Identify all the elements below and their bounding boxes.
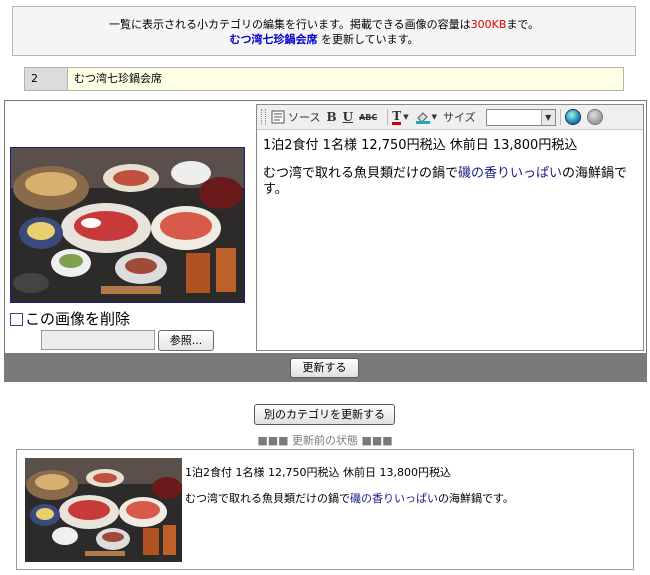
preview-text: 1泊2食付 1名様 12,750円税込 休前日 13,800円税込 むつ湾で取れ… [185,466,514,518]
text-color-button[interactable]: T ▼ [392,108,409,125]
size-label: サイズ [442,111,476,124]
capacity-value: 300KB [470,18,507,31]
food-photo [10,147,245,303]
category-name: むつ湾七珍鍋会席 [67,68,623,90]
editor-line-1: 1泊2食付 1名様 12,750円税込 休前日 13,800円税込 [263,138,578,153]
strike-button[interactable]: ABC [359,113,377,122]
file-path-input[interactable] [41,330,155,350]
preview-line-2-suffix: の海鮮鍋です。 [438,492,514,505]
notice-line-2: むつ湾七珍鍋会席 を更新しています。 [13,32,635,47]
notice-text: 一覧に表示される小カテゴリの編集を行います。掲載できる画像の容量は [108,18,471,31]
preview-line-2-prefix: むつ湾で取れる魚貝類だけの鍋で [185,492,350,505]
other-category-button[interactable]: 別のカテゴリを更新する [254,404,395,425]
editor-toolbar: ソース B U ABC T ▼ ▼ サイズ ▼ [257,105,643,130]
text-color-icon: T [392,108,402,125]
font-size-select[interactable]: ▼ [485,108,556,126]
notice-panel: 一覧に表示される小カテゴリの編集を行います。掲載できる画像の容量は300KBまで… [12,6,636,56]
food-photo-art [11,148,244,302]
delete-image-checkbox[interactable] [10,312,23,326]
preview-line-1: 1泊2食付 1名様 12,750円税込 休前日 13,800円税込 [185,466,451,479]
category-number: 2 [25,68,67,90]
toolbar-separator [387,109,389,125]
unlink-globe-icon[interactable] [586,109,603,125]
category-name-highlight: むつ湾七珍鍋会席 [229,33,318,46]
category-row: 2 むつ湾七珍鍋会席 [24,67,624,91]
preview-line-2: むつ湾で取れる魚貝類だけの鍋で磯の香りいっぱいの海鮮鍋です。 [185,492,514,506]
bg-color-button[interactable]: ▼ [415,110,437,124]
bg-color-dropdown-icon: ▼ [431,113,437,121]
rich-text-editor: ソース B U ABC T ▼ ▼ サイズ ▼ 1泊2食付 1名様 12,750… [256,104,644,351]
toolbar-grip-icon [261,109,266,125]
editor-highlight: 磯の香りいっぱい [458,166,563,181]
notice-text-end: まで。 [506,18,539,31]
preview-highlight: 磯の香りいっぱい [350,492,438,505]
text-color-dropdown-icon: ▼ [403,113,409,121]
update-button[interactable]: 更新する [290,358,359,378]
delete-image-label: この画像を削除 [25,310,131,328]
toolbar-separator-2 [559,109,561,125]
bg-color-icon [415,112,430,124]
preview-photo-art [25,458,182,562]
preview-panel: 1泊2食付 1名様 12,750円税込 休前日 13,800円税込 むつ湾で取れ… [16,449,634,570]
editor-line-2: むつ湾で取れる魚貝類だけの鍋で磯の香りいっぱいの海鮮鍋です。 [263,166,637,198]
link-globe-icon[interactable] [564,109,581,125]
source-icon [271,110,285,124]
source-button-label: ソース [288,111,321,124]
notice-line-1: 一覧に表示される小カテゴリの編集を行います。掲載できる画像の容量は300KBまで… [13,17,635,32]
browse-button[interactable]: 参照... [158,330,214,351]
delete-image-row[interactable]: この画像を削除 [10,310,130,328]
chevron-down-icon: ▼ [540,109,555,125]
edit-panel: この画像を削除 参照... ソース B U ABC T ▼ ▼ サイズ ▼ 1泊… [4,100,647,354]
underline-button[interactable]: U [343,110,353,124]
preview-photo [25,458,182,562]
bold-button[interactable]: B [326,110,336,124]
notice-updating-text: を更新しています。 [317,33,419,46]
source-button[interactable]: ソース [271,109,320,125]
update-bar: 更新する [4,354,647,382]
preview-label: ■■■ 更新前の状態 ■■■ [257,434,393,447]
editor-line-2-prefix: むつ湾で取れる魚貝類だけの鍋で [263,166,459,181]
editor-content[interactable]: 1泊2食付 1名様 12,750円税込 休前日 13,800円税込 むつ湾で取れ… [257,130,643,218]
